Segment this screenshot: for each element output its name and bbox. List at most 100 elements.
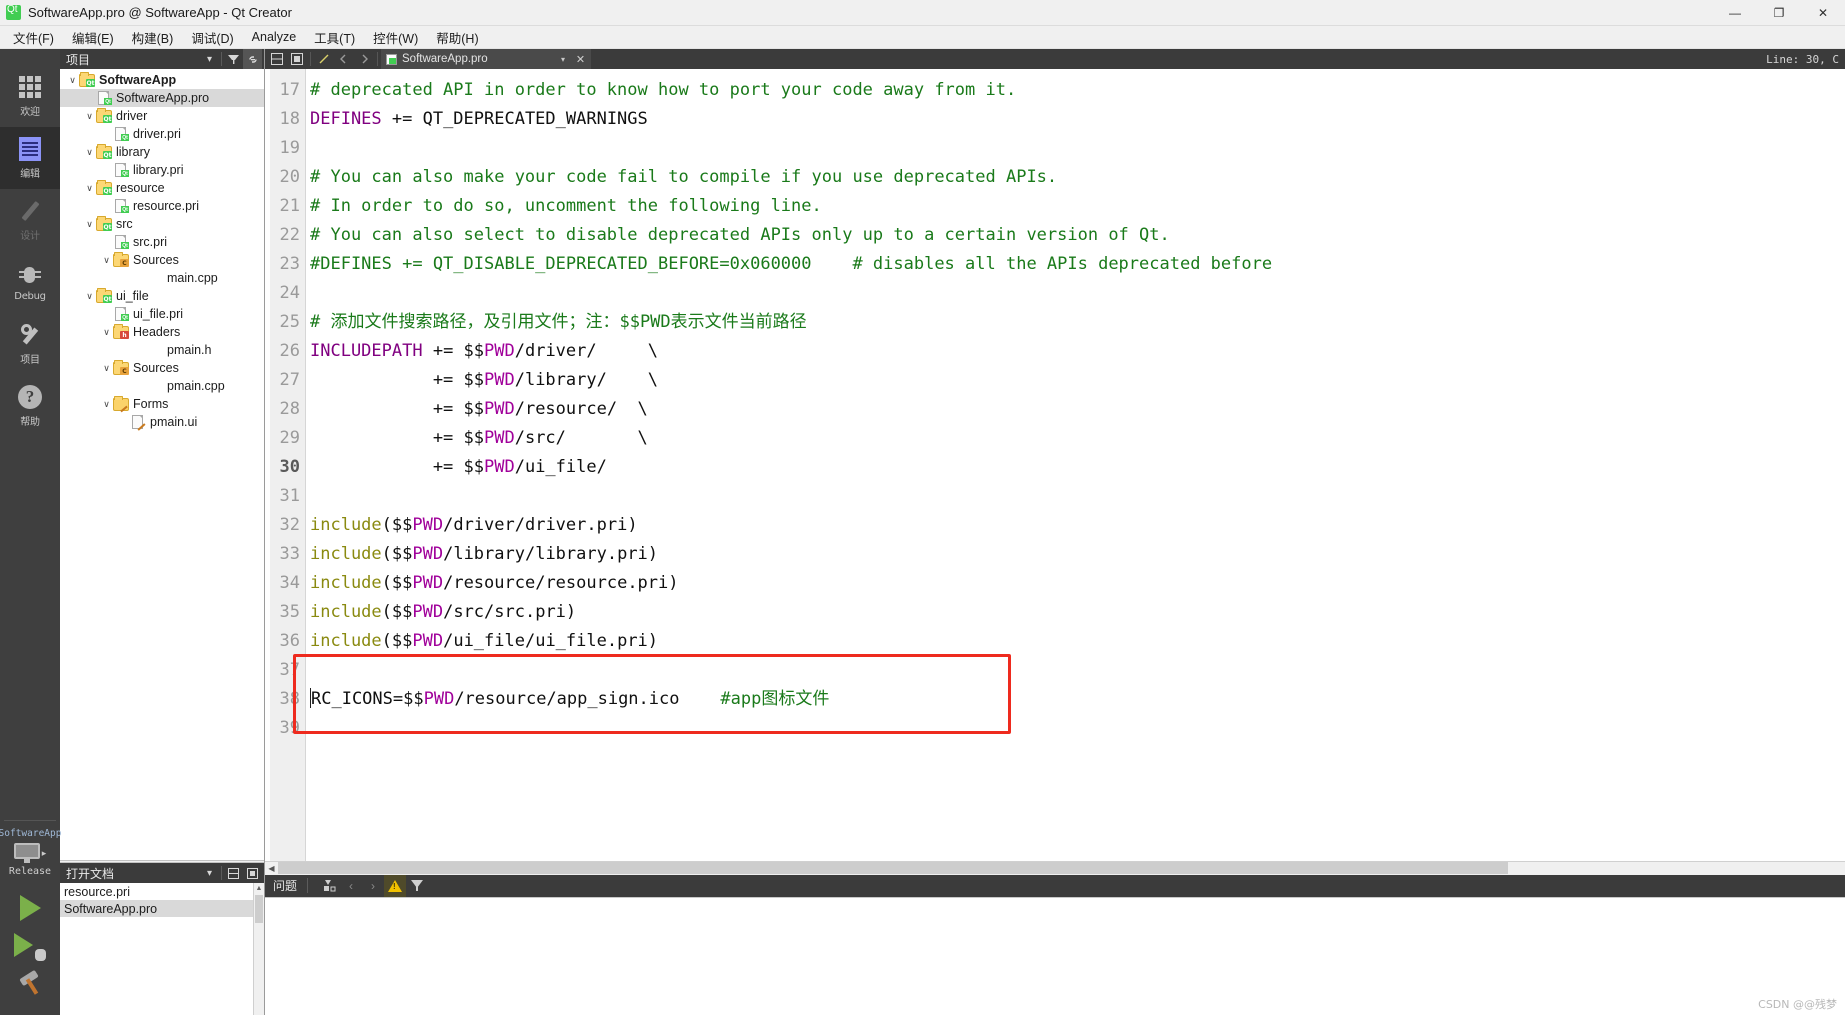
split-icon[interactable]: [224, 863, 243, 883]
kit-selector[interactable]: SoftwareApp ▸ Release: [0, 821, 61, 881]
tree-item-src-pri[interactable]: Qt src.pri: [60, 233, 264, 251]
code-line[interactable]: [310, 656, 1845, 685]
tree-item-driver[interactable]: ∨ Qt driver: [60, 107, 264, 125]
scrollbar-thumb[interactable]: [255, 895, 263, 923]
code-line[interactable]: RC_ICONS=$$PWD/resource/app_sign.ico #ap…: [310, 685, 1845, 714]
code-editor[interactable]: 17 18 19 20 21 22 23 24 25 26 27 28 29 30 31 32 33 34 35 36…: [265, 69, 1845, 861]
menu-edit[interactable]: 编辑(E): [63, 26, 123, 49]
tree-item-pmain-cpp[interactable]: pmain.cpp: [60, 377, 264, 395]
code-line[interactable]: += $$PWD/src/ \: [310, 424, 1845, 453]
mode-help[interactable]: ? 帮助: [0, 375, 60, 437]
tree-expand-arrow[interactable]: ∨: [100, 255, 113, 266]
tree-expand-arrow[interactable]: ∨: [83, 183, 96, 194]
tree-item-resource[interactable]: ∨ Qt resource: [60, 179, 264, 197]
open-documents-list[interactable]: resource.pri SoftwareApp.pro ▲: [60, 883, 264, 1015]
debug-button[interactable]: [14, 933, 46, 961]
tree-expand-arrow[interactable]: ∨: [100, 327, 113, 338]
tree-item-src[interactable]: ∨ Qt src: [60, 215, 264, 233]
open-documents-scrollbar[interactable]: ▲: [253, 883, 264, 1015]
code-line[interactable]: [310, 134, 1845, 163]
tree-item-library[interactable]: ∨ Qt library: [60, 143, 264, 161]
code-line[interactable]: # You can also make your code fail to co…: [310, 163, 1845, 192]
tree-expand-arrow[interactable]: ∨: [100, 363, 113, 374]
menu-analyze[interactable]: Analyze: [243, 28, 305, 46]
tree-expand-arrow[interactable]: ∨: [83, 219, 96, 230]
remove-split-icon[interactable]: [287, 49, 307, 69]
code-line[interactable]: include($$PWD/driver/driver.pri): [310, 511, 1845, 540]
scroll-up-arrow[interactable]: ▲: [254, 883, 264, 894]
menu-tools[interactable]: 工具(T): [305, 26, 364, 49]
code-line[interactable]: # deprecated API in order to know how to…: [310, 76, 1845, 105]
tree-expand-arrow[interactable]: ∨: [83, 147, 96, 158]
issues-tab-label[interactable]: 问题: [273, 877, 297, 894]
code-line[interactable]: DEFINES += QT_DEPRECATED_WARNINGS: [310, 105, 1845, 134]
mode-welcome[interactable]: 欢迎: [0, 65, 60, 127]
code-line[interactable]: [310, 279, 1845, 308]
open-documents-dropdown[interactable]: ▾: [200, 863, 219, 883]
warning-icon[interactable]: [384, 874, 407, 897]
tree-item-pmain-h[interactable]: pmain.h: [60, 341, 264, 359]
tree-item-main-cpp[interactable]: main.cpp: [60, 269, 264, 287]
menu-build[interactable]: 构建(B): [123, 26, 183, 49]
run-button[interactable]: [19, 895, 41, 921]
code-line[interactable]: += $$PWD/library/ \: [310, 366, 1845, 395]
tree-item-ui-file-pri[interactable]: Qt ui_file.pri: [60, 305, 264, 323]
open-document-item[interactable]: resource.pri: [60, 883, 264, 900]
code-line[interactable]: [310, 714, 1845, 743]
open-document-item[interactable]: SoftwareApp.pro: [60, 900, 264, 917]
tree-item-sources[interactable]: ∨ C Sources: [60, 359, 264, 377]
project-view-dropdown[interactable]: ▾: [200, 49, 219, 69]
code-line[interactable]: [310, 482, 1845, 511]
code-text[interactable]: # deprecated API in order to know how to…: [306, 69, 1845, 861]
tree-item-driver-pri[interactable]: Qt driver.pri: [60, 125, 264, 143]
menu-window[interactable]: 控件(W): [364, 26, 427, 49]
menu-debug[interactable]: 调试(D): [182, 26, 242, 49]
tree-expand-arrow[interactable]: ∨: [66, 75, 79, 86]
minimize-button[interactable]: —: [1713, 0, 1757, 26]
code-line[interactable]: # You can also select to disable depreca…: [310, 221, 1845, 250]
horizontal-scrollbar[interactable]: ◀: [265, 860, 1845, 875]
tree-item-softwareapp-pro[interactable]: Qt SoftwareApp.pro: [60, 89, 264, 107]
mode-design[interactable]: 设计: [0, 189, 60, 251]
link-icon[interactable]: [243, 49, 262, 69]
tree-item-pmain-ui[interactable]: pmain.ui: [60, 413, 264, 431]
filter-icon[interactable]: [224, 49, 243, 69]
hscroll-thumb[interactable]: [278, 862, 1508, 874]
code-line[interactable]: include($$PWD/resource/resource.pri): [310, 569, 1845, 598]
tree-item-ui-file[interactable]: ∨ Qt ui_file: [60, 287, 264, 305]
code-line[interactable]: INCLUDEPATH += $$PWD/driver/ \: [310, 337, 1845, 366]
code-line[interactable]: # 添加文件搜索路径，及引用文件；注：$$PWD表示文件当前路径: [310, 308, 1845, 337]
navigate-back-icon[interactable]: [334, 49, 354, 69]
editor-tab-close-icon[interactable]: ✕: [574, 53, 587, 66]
code-line[interactable]: include($$PWD/library/library.pri): [310, 540, 1845, 569]
filter-icon[interactable]: [406, 875, 428, 897]
navigate-forward-icon[interactable]: [354, 49, 374, 69]
maximize-button[interactable]: ❐: [1757, 0, 1801, 26]
split-editor-icon[interactable]: [267, 49, 287, 69]
editor-tab-softwareapp-pro[interactable]: SoftwareApp.pro ▾ ✕: [381, 49, 591, 69]
editor-tab-dropdown[interactable]: ▾: [557, 55, 569, 64]
code-line[interactable]: include($$PWD/src/src.pri): [310, 598, 1845, 627]
tree-item-resource-pri[interactable]: Qt resource.pri: [60, 197, 264, 215]
close-button[interactable]: ✕: [1801, 0, 1845, 26]
code-line[interactable]: # In order to do so, uncomment the follo…: [310, 192, 1845, 221]
tree-item-headers[interactable]: ∨ h Headers: [60, 323, 264, 341]
mode-projects[interactable]: 项目: [0, 313, 60, 375]
bookmark-icon[interactable]: [314, 49, 334, 69]
tree-item-library-pri[interactable]: Qt library.pri: [60, 161, 264, 179]
menu-file[interactable]: 文件(F): [4, 26, 63, 49]
tree-expand-arrow[interactable]: ∨: [83, 111, 96, 122]
close-split-icon[interactable]: [243, 863, 262, 883]
project-tree[interactable]: ∨ Qt SoftwareApp Qt SoftwareApp.pro ∨ Qt driver…: [60, 69, 264, 860]
scroll-left-arrow[interactable]: ◀: [265, 864, 278, 873]
tree-expand-arrow[interactable]: ∨: [100, 399, 113, 410]
code-line[interactable]: #DEFINES += QT_DISABLE_DEPRECATED_BEFORE…: [310, 250, 1845, 279]
filter-categories-icon[interactable]: [318, 875, 340, 897]
code-line[interactable]: += $$PWD/ui_file/: [310, 453, 1845, 482]
menu-help[interactable]: 帮助(H): [427, 26, 487, 49]
next-item-icon[interactable]: ›: [362, 875, 384, 897]
mode-edit[interactable]: 编辑: [0, 127, 60, 189]
tree-expand-arrow[interactable]: ∨: [83, 291, 96, 302]
code-line[interactable]: include($$PWD/ui_file/ui_file.pri): [310, 627, 1845, 656]
tree-item-sources[interactable]: ∨ C Sources: [60, 251, 264, 269]
